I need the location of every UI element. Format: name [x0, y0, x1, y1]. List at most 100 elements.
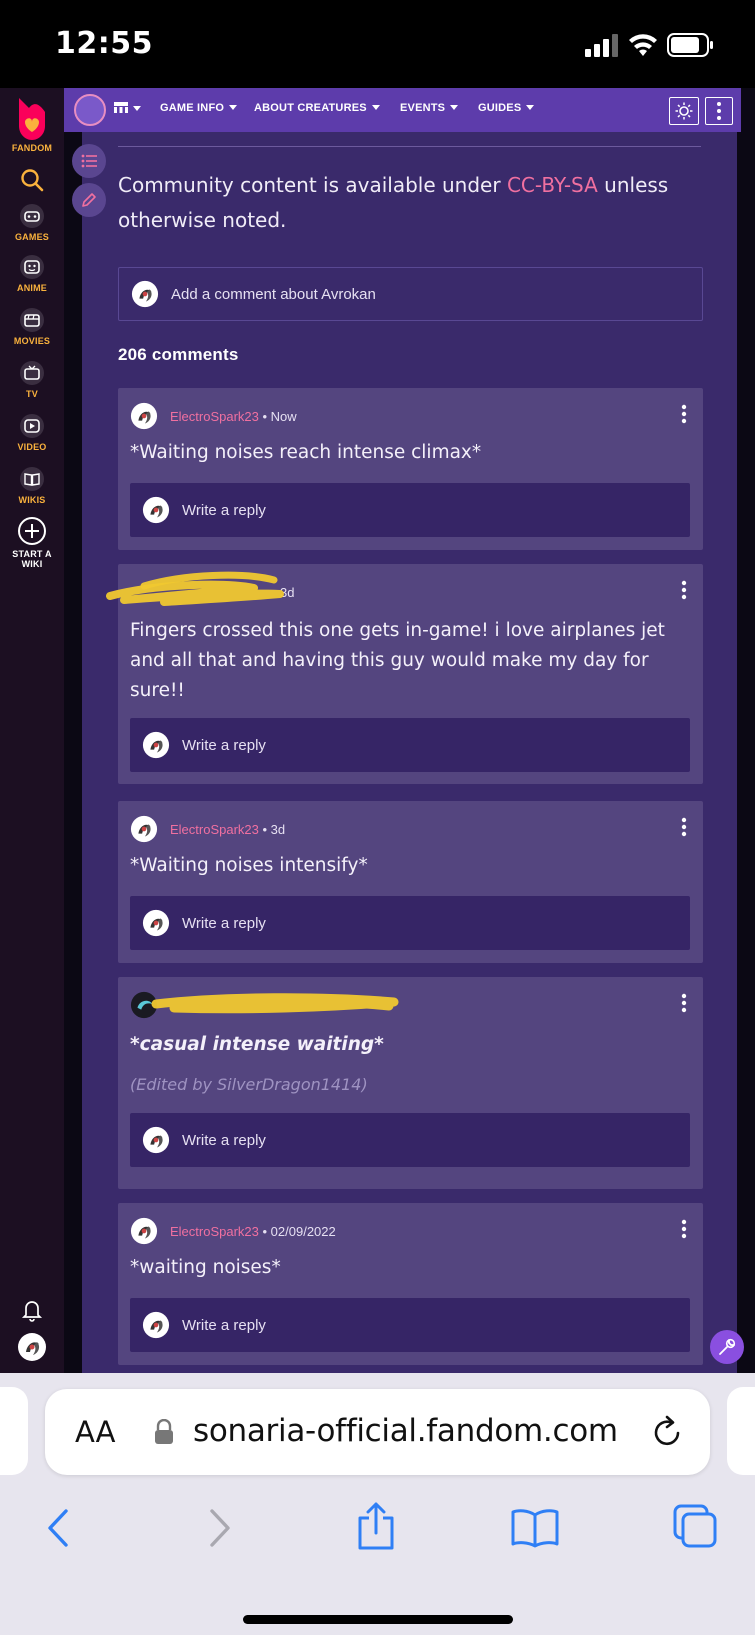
next-tab-peek[interactable] [727, 1387, 755, 1475]
battery-icon [667, 33, 713, 57]
comment-time: 3d [270, 822, 286, 837]
global-search-button[interactable] [0, 168, 64, 192]
tv-icon [20, 361, 44, 385]
comment-meta: ElectroSpark23 • 3d [170, 822, 285, 837]
commenter-avatar-icon[interactable] [130, 815, 158, 843]
reload-icon[interactable] [652, 1415, 684, 1449]
reply-input[interactable]: Write a reply [130, 1298, 690, 1352]
comment-author[interactable]: ElectroSpark23 [170, 822, 259, 837]
back-icon[interactable] [44, 1507, 72, 1549]
sun-icon [675, 102, 693, 120]
comment-time: Now [270, 409, 297, 424]
comment-options-icon[interactable] [681, 817, 687, 837]
comment-meta: ElectroSpark23 • Now [170, 409, 297, 424]
comment-card: ElectroSpark23 • Now *Waiting noises rea… [118, 388, 703, 550]
license-prefix: Community content is available under [118, 173, 507, 197]
license-link[interactable]: CC-BY-SA [507, 173, 598, 197]
user-avatar-icon [131, 280, 159, 308]
status-bar: 12:55 [0, 0, 755, 88]
fandom-logo[interactable]: FANDOM [0, 96, 64, 153]
fandom-global-nav: FANDOM GAMES ANIME MOVIES TV VIDEO WIKIS… [0, 88, 64, 1373]
nav-about-creatures-label: ABOUT CREATURES [254, 102, 367, 114]
comment-count: 206 comments [118, 345, 239, 364]
theme-toggle-button[interactable] [669, 97, 699, 125]
url-text: sonaria-official.fandom.com [193, 1413, 618, 1449]
comment-card: 3d Fingers crossed this one gets in-game… [118, 564, 703, 784]
comment-options-icon[interactable] [681, 1219, 687, 1239]
nav-game-info-label: GAME INFO [160, 102, 225, 114]
table-of-contents-button[interactable] [72, 144, 106, 178]
plus-circle-icon [18, 517, 46, 545]
global-nav-start-wiki[interactable]: START A WIKI [0, 516, 64, 569]
reply-input[interactable]: Write a reply [130, 1113, 690, 1167]
comment-meta: 3d [170, 585, 294, 600]
global-nav-movies[interactable]: MOVIES [0, 307, 64, 346]
user-avatar-icon [142, 731, 170, 759]
nav-events[interactable]: EVENTS [400, 102, 459, 114]
comment-text: *Waiting noises reach intense climax* [130, 442, 482, 463]
meta-separator: • [258, 409, 271, 424]
notifications-button[interactable] [0, 1298, 64, 1322]
add-comment-placeholder: Add a comment about Avrokan [171, 286, 376, 303]
user-avatar-button[interactable] [0, 1332, 64, 1362]
comment-card: *casual intense waiting* (Edited by Silv… [118, 977, 703, 1189]
admin-tools-button[interactable] [710, 1330, 744, 1364]
tabs-icon[interactable] [672, 1503, 718, 1549]
nav-game-info[interactable]: GAME INFO [160, 102, 238, 114]
add-comment-input[interactable]: Add a comment about Avrokan [118, 267, 703, 321]
reply-input[interactable]: Write a reply [130, 896, 690, 950]
global-nav-tv[interactable]: TV [0, 360, 64, 399]
global-nav-video[interactable]: VIDEO [0, 413, 64, 452]
safari-toolbar: AA sonaria-official.fandom.com [0, 1373, 755, 1635]
edit-page-button[interactable] [72, 183, 106, 217]
wiki-menu-button[interactable] [114, 102, 141, 115]
nav-events-label: EVENTS [400, 102, 446, 114]
play-icon [20, 414, 44, 438]
user-avatar-icon [142, 1311, 170, 1339]
comment-text: *waiting noises* [130, 1257, 281, 1278]
list-icon [81, 154, 97, 168]
commenter-avatar-icon[interactable] [130, 991, 158, 1019]
global-nav-wikis[interactable]: WIKIS [0, 466, 64, 505]
more-options-button[interactable] [705, 97, 733, 125]
chevron-down-icon [450, 105, 459, 110]
global-nav-anime[interactable]: ANIME [0, 254, 64, 293]
global-nav-games[interactable]: GAMES [0, 203, 64, 242]
comment-options-icon[interactable] [681, 993, 687, 1013]
status-time: 12:55 [55, 26, 153, 61]
wifi-icon [629, 34, 657, 56]
wiki-menu-icon [114, 102, 128, 113]
reply-input[interactable]: Write a reply [130, 483, 690, 537]
bookmarks-icon[interactable] [510, 1508, 560, 1548]
share-icon[interactable] [356, 1501, 396, 1551]
wiki-logo[interactable] [74, 94, 106, 126]
nav-guides-label: GUIDES [478, 102, 522, 114]
comment-time: 3d [280, 585, 295, 600]
global-nav-tv-label: TV [26, 389, 38, 399]
clapperboard-icon [20, 308, 44, 332]
home-indicator[interactable] [243, 1615, 513, 1624]
nav-about-creatures[interactable]: ABOUT CREATURES [254, 102, 380, 114]
chevron-down-icon [229, 105, 238, 110]
nav-guides[interactable]: GUIDES [478, 102, 535, 114]
comment-options-icon[interactable] [681, 404, 687, 424]
reply-input[interactable]: Write a reply [130, 718, 690, 772]
forward-icon[interactable] [206, 1507, 234, 1549]
fandom-flame-icon [19, 98, 45, 140]
comment-author[interactable]: ElectroSpark23 [170, 409, 259, 424]
global-nav-video-label: VIDEO [17, 442, 47, 452]
comment-options-icon[interactable] [681, 580, 687, 600]
anime-face-icon [20, 255, 44, 279]
previous-tab-peek[interactable] [0, 1387, 28, 1475]
reader-options-button[interactable]: AA [75, 1415, 115, 1449]
address-bar[interactable]: AA sonaria-official.fandom.com [45, 1389, 710, 1475]
global-nav-movies-label: MOVIES [13, 336, 51, 346]
global-nav-anime-label: ANIME [17, 283, 47, 293]
commenter-avatar-icon[interactable] [130, 1217, 158, 1245]
commenter-avatar-icon[interactable] [130, 402, 158, 430]
main-content: GAME INFO ABOUT CREATURES EVENTS GUIDES … [64, 88, 755, 1373]
status-icons [585, 33, 713, 57]
comment-card: ElectroSpark23 • 3d *Waiting noises inte… [118, 801, 703, 963]
comment-author[interactable]: ElectroSpark23 [170, 1224, 259, 1239]
reply-placeholder: Write a reply [182, 915, 266, 932]
